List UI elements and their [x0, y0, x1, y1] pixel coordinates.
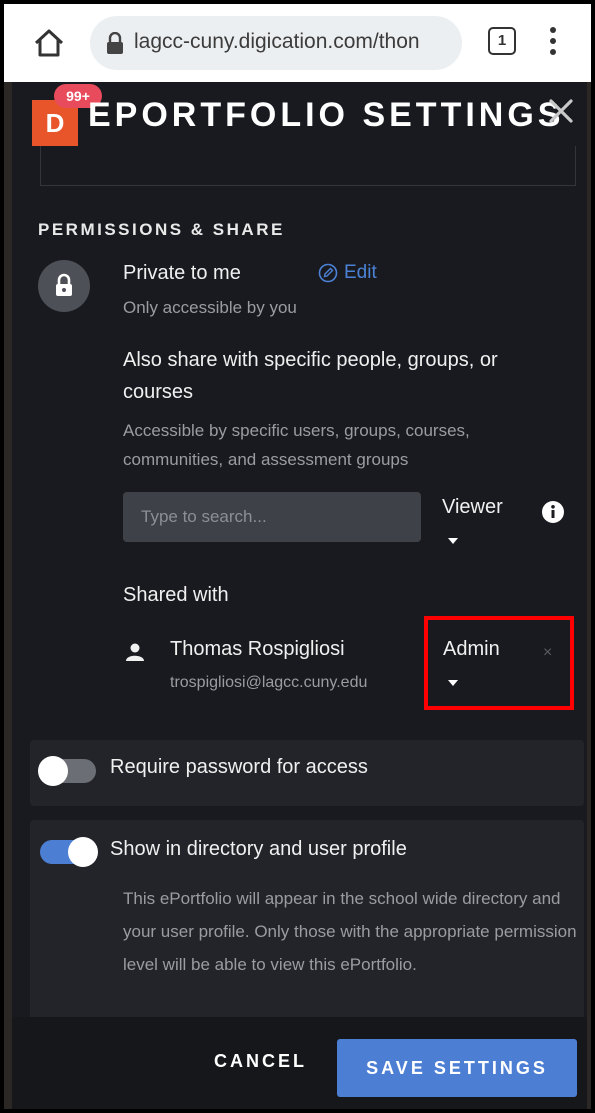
close-icon[interactable] [546, 96, 576, 126]
title-field-edge [40, 146, 576, 186]
annotation-highlight-box [424, 616, 574, 710]
lock-icon [107, 32, 123, 54]
edit-privacy-link[interactable]: Edit [318, 262, 377, 284]
modal-footer: CANCEL SAVE SETTINGS [12, 1017, 587, 1109]
save-settings-button[interactable]: SAVE SETTINGS [337, 1039, 577, 1097]
role-select-caret-icon[interactable] [448, 538, 458, 544]
person-icon [126, 643, 144, 661]
address-bar[interactable]: lagcc-cuny.digication.com/thon [90, 16, 462, 70]
shared-with-label: Shared with [123, 584, 229, 606]
show-in-directory-label: Show in directory and user profile [110, 838, 407, 860]
share-search-input[interactable] [123, 492, 421, 542]
permissions-heading: PERMISSIONS & SHARE [38, 220, 285, 239]
toggle-knob [68, 837, 98, 867]
share-subtitle: Accessible by specific users, groups, co… [123, 421, 470, 469]
home-icon[interactable] [32, 26, 66, 60]
shared-user-name: Thomas Rospigliosi [170, 638, 345, 660]
show-in-directory-description: This ePortfolio will appear in the schoo… [123, 889, 577, 974]
shared-user-email: trospigliosi@lagcc.cuny.edu [170, 674, 368, 691]
info-icon[interactable] [542, 501, 564, 523]
browser-toolbar: lagcc-cuny.digication.com/thon 1 [4, 4, 591, 82]
role-select[interactable]: Viewer [442, 496, 503, 519]
privacy-label: Private to me [123, 262, 241, 284]
modal-title: EPORTFOLIO SETTINGS [88, 96, 565, 134]
url-text: lagcc-cuny.digication.com/thon [134, 30, 420, 53]
privacy-subtitle: Only accessible by you [123, 298, 297, 317]
eportfolio-settings-modal: D 99+ EPORTFOLIO SETTINGS PERMISSIONS & … [12, 82, 587, 1109]
privacy-lock-badge [38, 260, 90, 312]
edit-icon [318, 263, 338, 283]
show-in-directory-toggle[interactable] [40, 837, 98, 867]
cancel-button[interactable]: CANCEL [214, 1051, 307, 1072]
tab-switcher-icon[interactable]: 1 [488, 27, 516, 55]
require-password-toggle[interactable] [38, 756, 96, 786]
toggle-knob [38, 756, 68, 786]
edit-label: Edit [344, 262, 377, 283]
share-label: Also share with specific people, groups,… [123, 349, 498, 403]
require-password-label: Require password for access [110, 756, 368, 778]
screen-frame: lagcc-cuny.digication.com/thon 1 D 99+ E… [0, 0, 595, 1113]
lock-icon [56, 273, 72, 296]
more-vert-icon[interactable] [548, 24, 558, 58]
